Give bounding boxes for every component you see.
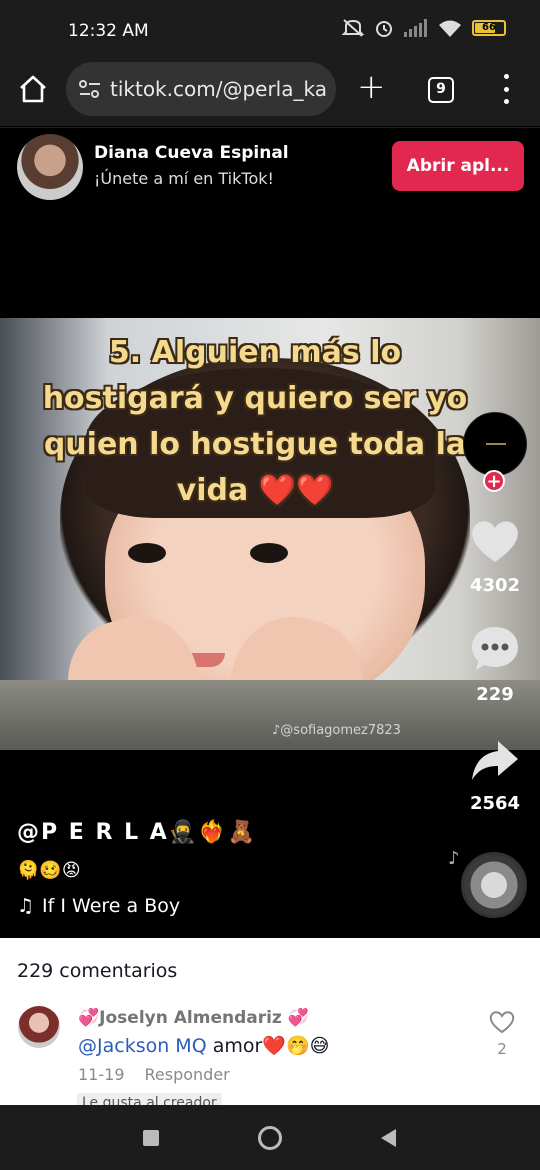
battery-icon: 66 <box>472 20 506 36</box>
comment-heart-icon[interactable] <box>489 1010 515 1034</box>
address-bar[interactable]: tiktok.com/@perla_ka <box>66 62 336 116</box>
music-row[interactable]: ♫ If I Were a Boy <box>17 895 180 917</box>
comments-section: 229 comentarios 💞Joselyn Almendariz 💞 @J… <box>0 938 540 1105</box>
liked-by-creator-badge: Le gusta al creador <box>77 1093 222 1105</box>
home-icon[interactable] <box>18 74 48 104</box>
new-tab-button[interactable]: + <box>357 70 386 104</box>
caption-text: 🫠🥴😡 <box>17 860 81 881</box>
commenter-avatar[interactable] <box>18 1006 60 1048</box>
mute-icon <box>342 19 364 37</box>
comment-icon[interactable] <box>470 625 520 671</box>
share-count: 2564 <box>469 793 521 814</box>
music-disc[interactable] <box>461 852 527 918</box>
battery-level: 66 <box>482 22 496 33</box>
open-app-banner: Diana Cueva Espinal ¡Únete a mí en TikTo… <box>0 127 540 203</box>
follow-button[interactable]: + <box>483 470 505 492</box>
floating-note-icon: ♪ <box>448 848 460 869</box>
comment-like-count: 2 <box>497 1040 507 1058</box>
comment-count: 229 <box>476 684 514 705</box>
status-time: 12:32 AM <box>68 21 149 41</box>
open-app-button[interactable]: Abrir apl... <box>392 141 524 191</box>
comment-mention[interactable]: @Jackson MQ <box>78 1035 207 1057</box>
banner-avatar <box>17 134 83 200</box>
commenter-name[interactable]: 💞Joselyn Almendariz 💞 <box>78 1008 309 1028</box>
alarm-icon <box>376 21 392 37</box>
creator-avatar[interactable] <box>463 412 527 476</box>
comments-title: 229 comentarios <box>17 960 178 982</box>
status-bar: 12:32 AM 66 <box>0 0 540 60</box>
home-nav-button[interactable] <box>258 1126 282 1150</box>
banner-subtitle: ¡Únete a mí en TikTok! <box>94 169 274 188</box>
banner-name: Diana Cueva Espinal <box>94 143 289 163</box>
wifi-icon <box>439 20 461 37</box>
tab-switcher-button[interactable]: 9 <box>428 77 454 103</box>
comment-meta: 11-19 Responder <box>78 1065 230 1084</box>
like-count: 4302 <box>469 575 521 596</box>
music-note-icon: ♫ <box>17 895 35 917</box>
url-text: tiktok.com/@perla_ka <box>110 77 326 101</box>
comment-date: 11-19 <box>78 1065 125 1084</box>
video-watermark: ♪@sofiagomez7823 <box>272 723 401 738</box>
browser-menu-button[interactable] <box>500 74 512 104</box>
share-icon[interactable] <box>470 738 520 784</box>
site-settings-icon[interactable] <box>78 79 102 99</box>
browser-toolbar: tiktok.com/@perla_ka + 9 <box>0 60 540 126</box>
status-icons: 66 <box>342 18 506 38</box>
caption-username[interactable]: @P E R L A🥷❤️‍🔥🧸 <box>17 820 257 845</box>
back-button[interactable] <box>381 1129 396 1147</box>
reply-button[interactable]: Responder <box>145 1065 230 1084</box>
heart-icon[interactable] <box>470 518 520 564</box>
signal-icon <box>404 19 427 37</box>
recents-button[interactable] <box>143 1130 159 1146</box>
system-nav-bar <box>0 1105 540 1170</box>
song-title: If I Were a Boy <box>42 895 181 917</box>
video-overlay-text: 5. Alguien más lo hostigará y quiero ser… <box>42 335 468 508</box>
comment-text: @Jackson MQ amor❤️🤭😅 <box>78 1034 329 1057</box>
comment-body: amor❤️🤭😅 <box>206 1035 330 1057</box>
